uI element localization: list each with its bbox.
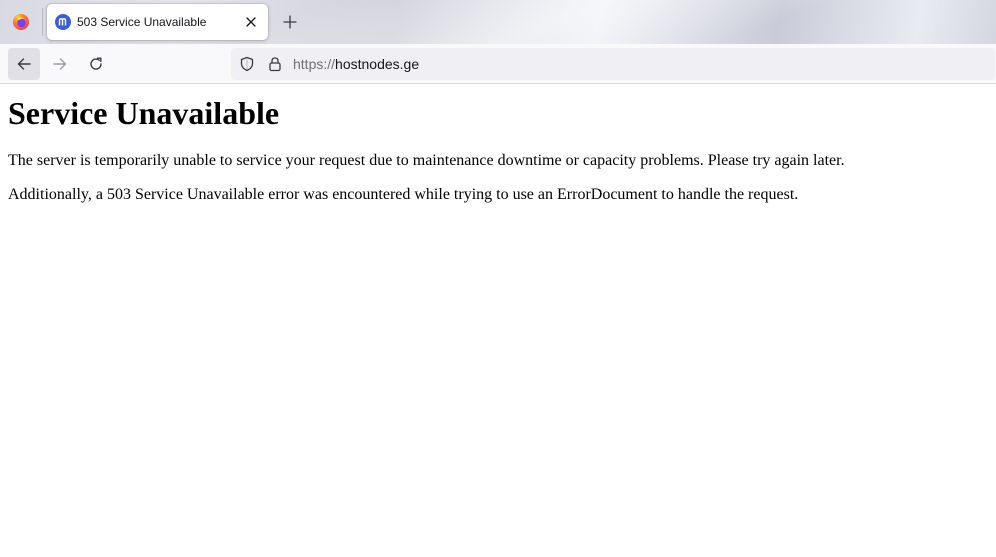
tab-active[interactable]: 503 Service Unavailable [47, 4, 268, 40]
navigation-toolbar: https://hostnodes.ge [0, 44, 996, 84]
tab-title: 503 Service Unavailable [77, 15, 207, 29]
new-tab-button[interactable] [279, 11, 301, 33]
shield-icon[interactable] [239, 56, 255, 72]
page-title: Service Unavailable [8, 95, 280, 131]
tab-close-button[interactable] [242, 13, 260, 31]
forward-button[interactable] [44, 48, 76, 80]
page-content: Service Unavailable The server is tempor… [8, 85, 988, 204]
close-icon [246, 17, 256, 27]
lock-icon[interactable] [267, 56, 283, 72]
additional-error-message: Additionally, a 503 Service Unavailable … [8, 186, 799, 203]
url-host: hostnodes.ge [335, 56, 420, 72]
reload-icon [90, 57, 102, 70]
back-button[interactable] [8, 48, 40, 80]
url-scheme: https:// [293, 56, 336, 72]
tab-strip: 503 Service Unavailable [0, 0, 996, 44]
site-favicon-icon [55, 14, 71, 30]
firefox-view-button[interactable] [4, 6, 38, 38]
arrow-left-icon [17, 58, 31, 70]
url-text[interactable]: https://hostnodes.ge [293, 56, 419, 72]
address-bar[interactable]: https://hostnodes.ge [231, 48, 995, 80]
arrow-right-icon [53, 58, 67, 70]
plus-icon [283, 15, 297, 29]
firefox-icon [13, 14, 29, 30]
reload-button[interactable] [80, 48, 112, 80]
tab-separator [42, 8, 43, 36]
error-message: The server is temporarily unable to serv… [8, 152, 845, 169]
